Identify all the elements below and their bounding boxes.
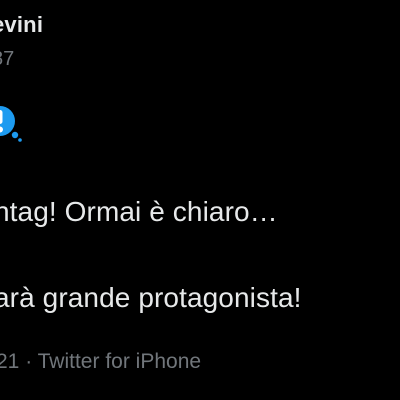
author-display-name[interactable]: evini bbox=[0, 12, 43, 38]
author-handle[interactable]: 87 bbox=[0, 48, 14, 71]
tweet-text-line-1: htag! Ormai è chiaro… bbox=[0, 196, 278, 227]
tweet-timestamp-source[interactable]: 21 · Twitter for iPhone bbox=[0, 350, 201, 374]
tweet-text-line-2: arà grande protagonista! bbox=[0, 282, 302, 313]
exclamation-speech-bubble-icon bbox=[0, 104, 22, 144]
